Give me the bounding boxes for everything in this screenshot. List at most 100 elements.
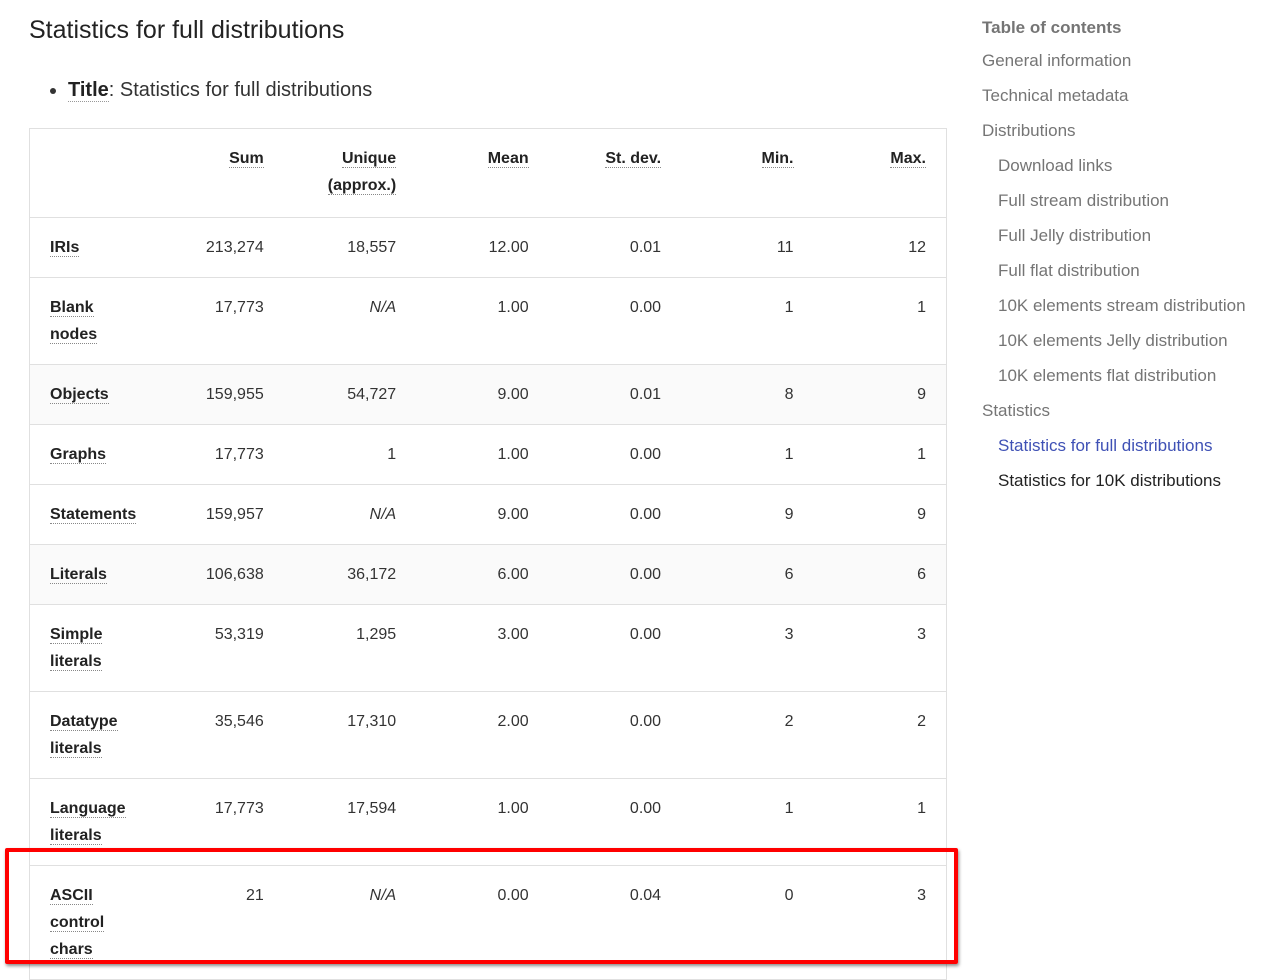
cell-min: 9 xyxy=(681,484,814,545)
row-label: Blank nodes xyxy=(30,277,173,365)
toc-link[interactable]: Full flat distribution xyxy=(982,259,1262,283)
cell-sum: 17,773 xyxy=(172,424,284,485)
cell-min: 2 xyxy=(681,691,814,779)
cell-sum: 106,638 xyxy=(172,544,284,605)
cell-mean: 9.00 xyxy=(416,364,549,425)
header-max: Max. xyxy=(813,129,946,218)
toc-link[interactable]: Statistics for full distributions xyxy=(982,434,1262,458)
table-row: Datatype literals 35,546 17,310 2.00 0.00 2 2 xyxy=(30,691,946,779)
metadata-key: Title xyxy=(68,79,109,102)
row-label: Simple literals xyxy=(30,604,173,692)
cell-max: 9 xyxy=(813,364,946,425)
table-row: Statements 159,957 N/A 9.00 0.00 9 9 xyxy=(30,484,946,545)
header-mean: Mean xyxy=(416,129,549,218)
metadata-value: : Statistics for full distributions xyxy=(108,79,373,101)
cell-unique: 17,310 xyxy=(283,691,417,779)
cell-max: 9 xyxy=(813,484,946,545)
cell-stdev: 0.04 xyxy=(548,865,682,980)
toc-link[interactable]: Statistics xyxy=(982,399,1262,423)
table-row: ASCII control chars 21 N/A 0.00 0.04 0 3 xyxy=(30,865,946,980)
cell-sum: 35,546 xyxy=(172,691,284,779)
cell-min: 0 xyxy=(681,865,814,980)
cell-mean: 1.00 xyxy=(416,277,549,365)
cell-max: 1 xyxy=(813,277,946,365)
table-row: Simple literals 53,319 1,295 3.00 0.00 3 3 xyxy=(30,604,946,692)
table-row: Objects 159,955 54,727 9.00 0.01 8 9 xyxy=(30,364,946,425)
header-unique: Unique (approx.) xyxy=(283,129,417,218)
table-body: IRIs 213,274 18,557 12.00 0.01 11 12 Blank nodes… xyxy=(30,217,946,980)
cell-min: 6 xyxy=(681,544,814,605)
cell-min: 3 xyxy=(681,604,814,692)
cell-unique: N/A xyxy=(283,865,417,980)
toc-link[interactable]: Statistics for 10K distributions xyxy=(982,469,1262,493)
cell-unique: 17,594 xyxy=(283,778,417,866)
header-min: Min. xyxy=(681,129,814,218)
cell-max: 3 xyxy=(813,604,946,692)
cell-mean: 1.00 xyxy=(416,424,549,485)
table-row: IRIs 213,274 18,557 12.00 0.01 11 12 xyxy=(30,217,946,278)
cell-unique: 18,557 xyxy=(283,217,417,278)
row-label: Literals xyxy=(30,544,173,605)
toc-link[interactable]: 10K elements flat distribution xyxy=(982,364,1262,388)
toc-link[interactable]: Full stream distribution xyxy=(982,189,1262,213)
table-row: Language literals 17,773 17,594 1.00 0.00 1 1 xyxy=(30,778,946,866)
table-header-row: Sum Unique (approx.) Mean St. dev. Min. M… xyxy=(30,129,946,218)
toc-link[interactable]: 10K elements Jelly distribution xyxy=(982,329,1262,353)
toc-link[interactable]: General information xyxy=(982,49,1262,73)
table-row: Literals 106,638 36,172 6.00 0.00 6 6 xyxy=(30,544,946,605)
cell-mean: 3.00 xyxy=(416,604,549,692)
cell-max: 1 xyxy=(813,778,946,866)
header-label xyxy=(30,129,173,218)
cell-stdev: 0.00 xyxy=(548,544,682,605)
metadata-list: Title: Statistics for full distributions xyxy=(29,76,372,104)
statistics-table-container: Sum Unique (approx.) Mean St. dev. Min. M… xyxy=(29,128,947,980)
cell-sum: 53,319 xyxy=(172,604,284,692)
row-label: Objects xyxy=(30,364,173,425)
row-label: Language literals xyxy=(30,778,173,866)
cell-stdev: 0.01 xyxy=(548,217,682,278)
cell-min: 1 xyxy=(681,424,814,485)
cell-sum: 159,957 xyxy=(172,484,284,545)
cell-mean: 2.00 xyxy=(416,691,549,779)
cell-unique: N/A xyxy=(283,277,417,365)
toc-items: General information Technical metadata Dis… xyxy=(982,49,1262,493)
cell-mean: 0.00 xyxy=(416,865,549,980)
cell-max: 2 xyxy=(813,691,946,779)
table-row: Graphs 17,773 1 1.00 0.00 1 1 xyxy=(30,424,946,485)
cell-stdev: 0.01 xyxy=(548,364,682,425)
cell-mean: 9.00 xyxy=(416,484,549,545)
toc-link[interactable]: Technical metadata xyxy=(982,84,1262,108)
cell-sum: 17,773 xyxy=(172,778,284,866)
metadata-item-title: Title: Statistics for full distributions xyxy=(68,76,372,104)
cell-max: 12 xyxy=(813,217,946,278)
cell-sum: 159,955 xyxy=(172,364,284,425)
row-label: Datatype literals xyxy=(30,691,173,779)
cell-mean: 1.00 xyxy=(416,778,549,866)
table-row: Blank nodes 17,773 N/A 1.00 0.00 1 1 xyxy=(30,277,946,365)
cell-min: 1 xyxy=(681,277,814,365)
row-label: IRIs xyxy=(30,217,173,278)
header-stdev: St. dev. xyxy=(548,129,682,218)
cell-stdev: 0.00 xyxy=(548,778,682,866)
cell-unique: 1 xyxy=(283,424,417,485)
cell-stdev: 0.00 xyxy=(548,424,682,485)
cell-stdev: 0.00 xyxy=(548,691,682,779)
cell-unique: 1,295 xyxy=(283,604,417,692)
row-label: Statements xyxy=(30,484,173,545)
cell-unique: 54,727 xyxy=(283,364,417,425)
cell-max: 6 xyxy=(813,544,946,605)
cell-max: 1 xyxy=(813,424,946,485)
statistics-table: Sum Unique (approx.) Mean St. dev. Min. M… xyxy=(30,129,946,980)
cell-sum: 17,773 xyxy=(172,277,284,365)
cell-min: 8 xyxy=(681,364,814,425)
page-title: Statistics for full distributions xyxy=(29,16,345,44)
toc-link[interactable]: Distributions xyxy=(982,119,1262,143)
cell-stdev: 0.00 xyxy=(548,604,682,692)
toc-link[interactable]: Full Jelly distribution xyxy=(982,224,1262,248)
cell-max: 3 xyxy=(813,865,946,980)
toc-link[interactable]: 10K elements stream distribution xyxy=(982,294,1262,318)
cell-unique: N/A xyxy=(283,484,417,545)
toc-link[interactable]: Download links xyxy=(982,154,1262,178)
row-label: Graphs xyxy=(30,424,173,485)
cell-sum: 213,274 xyxy=(172,217,284,278)
